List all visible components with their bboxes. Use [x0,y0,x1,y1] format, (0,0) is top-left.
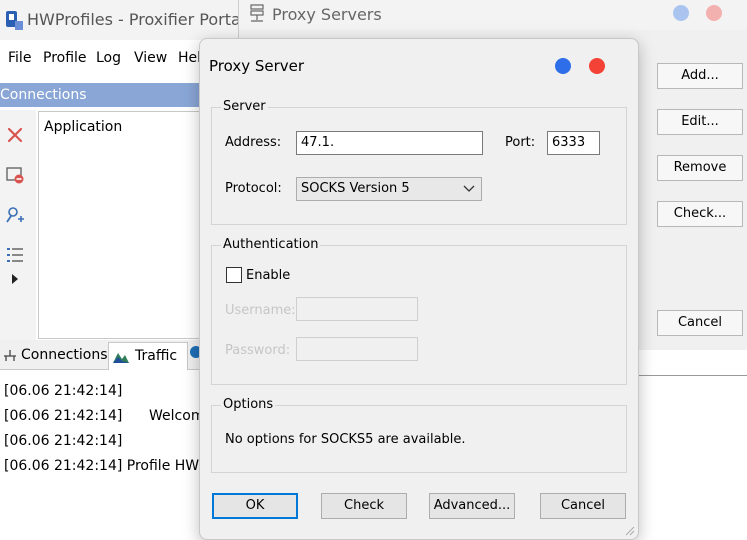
tab-connections[interactable]: Connections [0,342,108,370]
server-group-label: Server [221,99,268,114]
options-group-label: Options [221,397,276,412]
log-line: [06.06 21:42:14] [4,383,123,399]
chevron-down-icon [463,185,475,192]
dialog-title: Proxy Server [209,57,305,75]
cancel-button[interactable]: Cancel [540,493,626,519]
close-icon[interactable] [589,58,605,74]
log-line: [06.06 21:42:14] Welcome to [4,408,232,424]
password-input[interactable] [296,337,418,361]
port-label: Port: [505,135,536,150]
main-window-title: HWProfiles - Proxifier Portab [27,10,251,29]
edit-server-button[interactable]: Edit... [657,109,743,135]
options-group: Options No options for SOCKS5 are availa… [211,397,627,473]
check-server-button[interactable]: Check... [657,201,743,227]
minimize-icon[interactable] [673,5,689,21]
proxifier-logo-icon [6,11,23,30]
port-input[interactable]: 6333 [547,131,600,155]
remove-server-button[interactable]: Remove [657,155,743,181]
options-text: No options for SOCKS5 are available. [225,432,466,447]
address-input[interactable]: 47.1. [296,131,483,155]
authentication-group-label: Authentication [221,237,321,252]
left-toolbar [0,110,36,340]
servers-window-title: Proxy Servers [272,5,382,24]
log-line: [06.06 21:42:14] Profile HWProf [4,458,227,474]
password-label: Password: [225,343,291,358]
menu-help[interactable]: Hel [178,50,201,66]
expand-arrow-icon[interactable] [8,272,22,286]
tab-traffic-label: Traffic [135,348,178,364]
traffic-chart-icon [113,353,129,363]
menu-log[interactable]: Log [96,50,121,66]
resize-grip-icon[interactable] [623,524,635,536]
minimize-icon[interactable] [555,58,571,74]
protocol-label: Protocol: [225,181,282,196]
menu-file[interactable]: File [8,50,31,66]
servers-cancel-button[interactable]: Cancel [657,310,743,336]
tab-connections-label: Connections [21,347,108,363]
ok-button[interactable]: OK [212,493,298,519]
application-column-header[interactable]: Application [44,119,122,135]
log-line: [06.06 21:42:14] [4,433,123,449]
check-button[interactable]: Check [321,493,407,519]
close-icon[interactable] [706,5,722,21]
servers-titlebar: Proxy Servers [239,0,747,30]
enable-auth-checkbox[interactable] [226,267,242,283]
menu-profile[interactable]: Profile [43,50,87,66]
tab-traffic[interactable]: Traffic [108,342,188,370]
address-label: Address: [225,135,282,150]
connections-icon [4,350,16,361]
close-connection-icon[interactable] [4,164,26,186]
enable-auth-label[interactable]: Enable [246,268,290,283]
authentication-group: Authentication Enable Username: Password… [211,237,627,385]
protocol-select[interactable]: SOCKS Version 5 [296,177,482,201]
advanced-button[interactable]: Advanced... [429,493,515,519]
proxy-servers-icon [250,4,264,22]
server-group: Server Address: 47.1. Port: 6333 Protoco… [211,99,627,225]
username-input[interactable] [296,297,418,321]
username-label: Username: [225,303,296,318]
protocol-selected-value: SOCKS Version 5 [301,181,410,196]
menu-view[interactable]: View [134,50,167,66]
add-server-button[interactable]: Add... [657,63,743,89]
add-user-icon[interactable] [4,204,26,226]
proxy-server-dialog: Proxy Server Server Address: 47.1. Port:… [199,38,639,540]
list-icon[interactable] [4,244,26,266]
delete-x-icon[interactable] [4,124,26,146]
